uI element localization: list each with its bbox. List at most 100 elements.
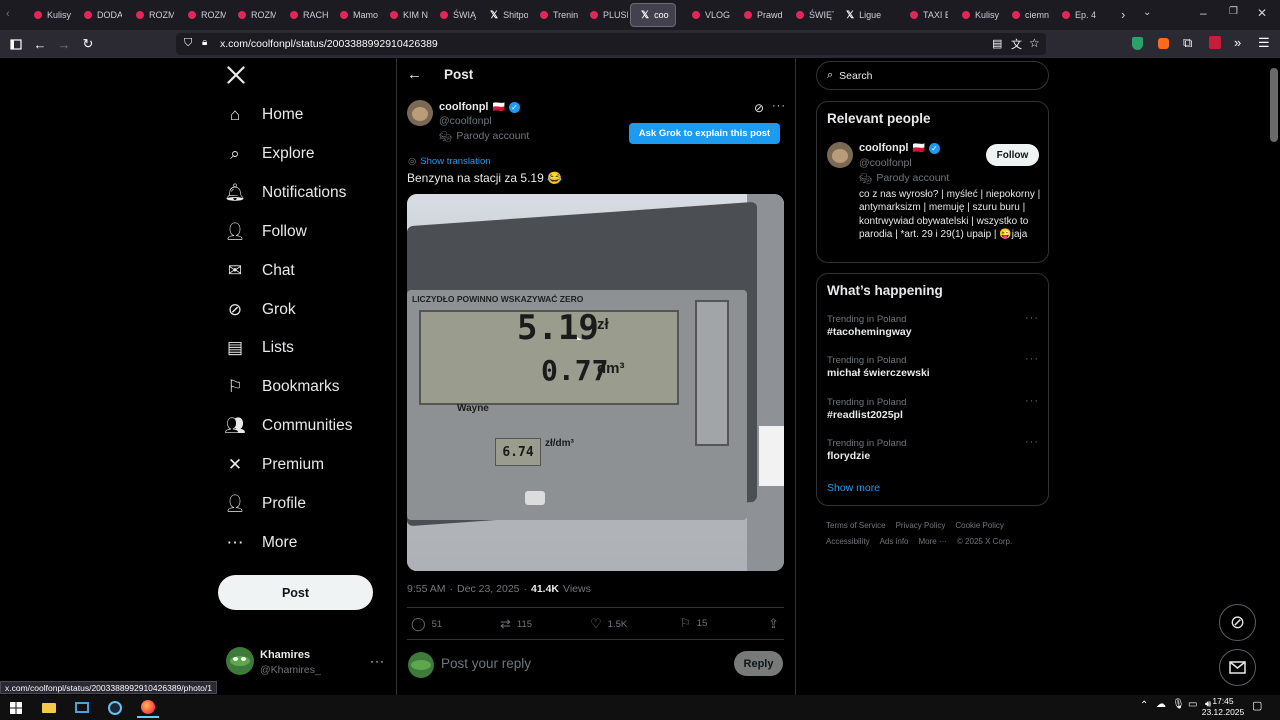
forward-icon[interactable]: → — [53, 30, 75, 58]
browser-tab[interactable]: RACH — [280, 3, 328, 27]
steam-icon[interactable] — [104, 697, 126, 718]
post-date[interactable]: Dec 23, 2025 — [457, 583, 519, 595]
tracking-shield-icon[interactable]: ⛉ — [184, 37, 192, 50]
tray-mic-icon[interactable]: 🎙︎ — [1172, 699, 1185, 710]
trend-item[interactable]: #readlist2025pl — [827, 409, 903, 421]
tab-list-chevron-icon[interactable]: ⌄ — [1143, 7, 1151, 18]
relevant-name-row[interactable]: coolfonpl 🇵🇱 ✓ — [859, 142, 940, 154]
browser-tab-label[interactable]: Shitpo — [503, 10, 528, 20]
browser-tab[interactable]: Kulisy — [24, 3, 72, 27]
browser-tab-label[interactable]: ciemn — [1025, 10, 1049, 20]
browser-tab[interactable]: ŚWIĘT — [786, 3, 834, 27]
browser-tab-label[interactable]: DODA — [97, 10, 122, 20]
reload-icon[interactable]: ↻ — [77, 30, 99, 58]
footer-link[interactable]: Ads info — [880, 534, 909, 550]
follow-button[interactable]: Follow — [986, 144, 1039, 166]
tab-scroll-left-icon[interactable]: ‹ — [6, 8, 10, 20]
author-name-row[interactable]: coolfonpl 🇵🇱 ✓ — [439, 101, 520, 113]
browser-tab[interactable]: KIM N — [380, 3, 428, 27]
sidebar-item-more[interactable]: ⋯ More — [226, 528, 298, 558]
sidebar-item-lists[interactable]: ▤ Lists — [226, 333, 294, 363]
post-more-icon[interactable]: ··· — [772, 100, 786, 112]
browser-tab-label[interactable]: ROZM — [251, 10, 276, 20]
tray-clock[interactable]: 17:45 23.12.2025 — [1200, 696, 1246, 718]
browser-tab[interactable]: ciemn — [1002, 3, 1050, 27]
post-button[interactable]: Post — [218, 575, 373, 610]
overflow-chevrons-icon[interactable]: » — [1234, 35, 1241, 50]
relevant-name[interactable]: coolfonpl — [859, 142, 909, 154]
tray-network-icon[interactable]: ▭ — [1188, 699, 1197, 710]
clock-time[interactable]: 17:45 — [1200, 696, 1246, 707]
footer-link[interactable]: More ··· — [918, 534, 946, 550]
tray-cloud-icon[interactable]: ☁ — [1156, 699, 1166, 710]
browser-tab[interactable]: Prawd — [734, 3, 782, 27]
search-input[interactable]: Search — [839, 70, 872, 82]
firefox-icon[interactable] — [137, 697, 159, 718]
browser-tab[interactable]: 𝕏 Ligue — [836, 3, 896, 27]
browser-tab[interactable]: TAXI E — [900, 3, 948, 27]
reply-button[interactable]: Reply — [734, 651, 783, 676]
browser-tab[interactable]: VLOG — [682, 3, 730, 27]
browser-tab[interactable]: ROZM — [228, 3, 276, 27]
browser-tab[interactable]: PLUSI — [580, 3, 628, 27]
page-scrollbar[interactable] — [1270, 68, 1278, 142]
like-action[interactable]: ♡ 1.5K — [590, 616, 627, 632]
sidebar-item-premium[interactable]: ✕ Premium — [226, 450, 324, 480]
bookmark-star-icon[interactable]: ☆ — [1029, 36, 1040, 50]
share-action[interactable]: ⇪ — [768, 616, 779, 632]
tray-overflow-icon[interactable]: ⌃ — [1140, 700, 1148, 711]
post-photo[interactable]: LICZYDŁO POWINNO WSKAZYWAĆ ZERO 5.19 zł … — [407, 194, 784, 571]
sidebar-item-follow[interactable]: 👤︎ Follow — [224, 217, 307, 247]
app-window-icon[interactable] — [71, 697, 93, 718]
relevant-avatar[interactable] — [827, 142, 853, 168]
browser-tab-label[interactable]: Mamo — [353, 10, 378, 20]
account-name[interactable]: Khamires — [260, 649, 310, 661]
sidebar-item-grok[interactable]: ⊘ Grok — [226, 295, 296, 325]
extension-fox-icon[interactable] — [1158, 38, 1169, 49]
trend-item[interactable]: michał świerczewski — [827, 367, 930, 379]
browser-tab[interactable]: Ep. 4 — [1052, 3, 1100, 27]
restore-icon[interactable]: ❐ — [1229, 6, 1238, 17]
browser-tab[interactable]: 𝕏coo✕ — [630, 3, 676, 27]
browser-tab-label[interactable]: TAXI E — [923, 10, 948, 20]
hamburger-menu-icon[interactable]: ☰ — [1258, 35, 1270, 51]
bookmark-icon[interactable]: ⚐ — [680, 616, 691, 630]
url-bar[interactable]: ⛉ 🔒︎ x.com/coolfonpl/status/200338899291… — [176, 33, 1046, 55]
browser-tab[interactable]: 𝕏 Shitpo — [480, 3, 528, 27]
post-time[interactable]: 9:55 AM — [407, 583, 446, 595]
show-translation-link[interactable]: ◎ Show translation — [408, 156, 491, 167]
sidebar-item-explore[interactable]: ⌕ Explore — [226, 139, 314, 169]
repost-action[interactable]: ⇄ 115 — [500, 616, 532, 632]
chat-float-icon[interactable] — [1219, 649, 1256, 686]
browser-tab-label[interactable]: ŚWIĄ — [453, 10, 476, 20]
browser-tab-label[interactable]: Trenin — [553, 10, 578, 20]
sidebar-item-profile[interactable]: 👤︎ Profile — [224, 489, 306, 519]
browser-tab[interactable]: DODA — [74, 3, 122, 27]
lock-icon[interactable]: 🔒︎ — [202, 37, 207, 48]
footer-link[interactable]: Terms of Service — [826, 518, 886, 534]
share-icon[interactable]: ⇪ — [768, 616, 779, 632]
sidebar-item-notifications[interactable]: 🔔︎ Notifications — [224, 178, 346, 208]
browser-tab-label[interactable]: ROZM — [149, 10, 174, 20]
repost-icon[interactable]: ⇄ — [500, 616, 511, 632]
footer-link[interactable]: Privacy Policy — [896, 518, 946, 534]
browser-tab-label[interactable]: Kulisy — [975, 10, 999, 20]
browser-tab-label[interactable]: ROZM — [201, 10, 226, 20]
browser-tab-label[interactable]: PLUSI — [603, 10, 628, 20]
search-box[interactable]: ⌕ Search — [816, 61, 1049, 90]
browser-tab-label[interactable]: ŚWIĘT — [809, 10, 834, 20]
bookmark-action[interactable]: ⚐ 15 — [680, 616, 707, 630]
extension-red-icon[interactable] — [1209, 36, 1221, 49]
extensions-puzzle-icon[interactable]: ⧉ — [1183, 35, 1192, 51]
browser-tab-label[interactable]: KIM N — [403, 10, 428, 20]
author-name[interactable]: coolfonpl — [439, 101, 489, 113]
browser-tab[interactable]: ŚWIĄ — [430, 3, 478, 27]
trend-more-icon[interactable]: ··· — [1025, 312, 1039, 324]
close-window-icon[interactable]: ✕ — [1257, 6, 1267, 20]
footer-link[interactable]: Cookie Policy — [955, 518, 1003, 534]
browser-tab[interactable]: ROZM — [126, 3, 174, 27]
trend-more-icon[interactable]: ··· — [1025, 353, 1039, 365]
minimize-icon[interactable]: – — [1200, 6, 1207, 20]
browser-tab-label[interactable]: coo — [654, 10, 669, 20]
windows-start-icon[interactable] — [5, 697, 27, 718]
